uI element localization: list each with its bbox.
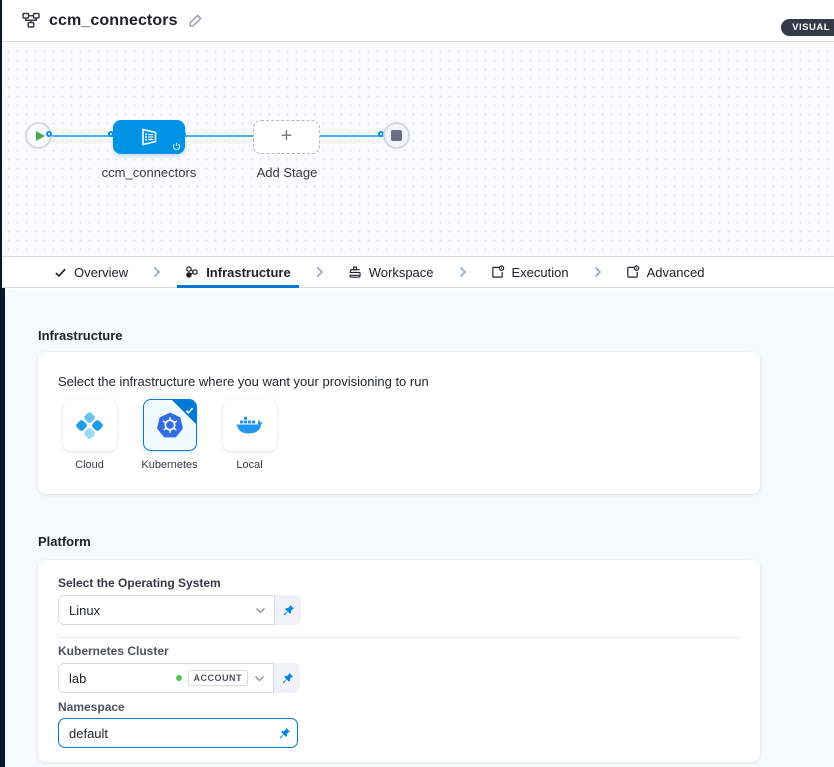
chevron-right-icon — [136, 257, 177, 287]
visual-yaml-toggle[interactable]: VISUAL — [781, 19, 834, 36]
chevron-right-icon — [442, 257, 483, 287]
tab-overview[interactable]: Overview — [46, 257, 136, 287]
add-stage-label: Add Stage — [247, 165, 327, 180]
pin-icon — [281, 672, 294, 685]
pipeline-edge — [51, 135, 385, 137]
platform-card: Select the Operating System Linux Kubern… — [38, 560, 760, 762]
namespace-field-label: Namespace — [58, 700, 125, 714]
tab-label: Overview — [74, 265, 128, 280]
connector-dot — [46, 131, 52, 137]
infrastructure-prompt: Select the infrastructure where you want… — [58, 374, 429, 389]
infrastructure-heading: Infrastructure — [38, 328, 123, 343]
cluster-value: lab — [69, 671, 176, 686]
namespace-input[interactable] — [61, 726, 278, 741]
stop-icon — [391, 130, 402, 141]
chevron-right-icon — [299, 257, 340, 287]
check-icon — [54, 266, 67, 279]
tab-infrastructure[interactable]: Infrastructure — [177, 257, 299, 287]
left-nav-edge — [0, 288, 5, 767]
stage-label: ccm_connectors — [83, 165, 215, 180]
pipeline-icon — [22, 12, 40, 29]
cluster-select[interactable]: lab ACCOUNT — [58, 663, 274, 693]
tab-label: Execution — [512, 265, 569, 280]
tab-execution[interactable]: Execution — [483, 257, 577, 287]
pipeline-header: ccm_connectors VISUAL — [0, 0, 834, 42]
execution-icon — [491, 265, 505, 279]
infrastructure-card: Select the infrastructure where you want… — [38, 352, 760, 494]
advanced-icon — [626, 265, 640, 279]
local-tile[interactable] — [223, 399, 277, 451]
infrastructure-icon — [185, 265, 199, 279]
option-local[interactable]: Local — [218, 399, 281, 471]
option-kubernetes[interactable]: Kubernetes — [138, 399, 201, 471]
os-value: Linux — [69, 603, 255, 618]
workspace-icon — [348, 265, 362, 279]
chevron-right-icon — [577, 257, 618, 287]
namespace-field — [58, 718, 298, 748]
chevron-down-icon — [254, 675, 265, 682]
tab-label: Advanced — [647, 265, 705, 280]
platform-heading: Platform — [38, 534, 91, 549]
infrastructure-tab-panel: Infrastructure Select the infrastructure… — [0, 289, 834, 767]
pipeline-canvas: ccm_connectors + Add Stage — [0, 43, 834, 256]
infrastructure-options: Cloud — [58, 399, 281, 471]
play-icon — [36, 131, 45, 141]
option-label: Cloud — [75, 459, 104, 471]
tab-workspace[interactable]: Workspace — [340, 257, 442, 287]
scope-badge: ACCOUNT — [188, 670, 249, 686]
tab-advanced[interactable]: Advanced — [618, 257, 713, 287]
option-cloud[interactable]: Cloud — [58, 399, 121, 471]
kubernetes-tile[interactable] — [143, 399, 197, 451]
os-field: Linux — [58, 595, 301, 625]
stage-node-ccm-connectors[interactable] — [113, 120, 185, 154]
plus-icon: + — [281, 126, 293, 146]
page-title: ccm_connectors — [49, 12, 178, 30]
chevron-down-icon — [255, 607, 266, 614]
option-label: Kubernetes — [141, 459, 197, 471]
tab-label: Infrastructure — [206, 265, 291, 280]
stage-tab-bar: Overview Infrastructure Workspace Execut… — [0, 256, 834, 288]
os-select[interactable]: Linux — [58, 595, 275, 625]
cloud-tile[interactable] — [63, 399, 117, 451]
section-divider — [58, 637, 740, 638]
selected-check-icon — [185, 402, 194, 420]
cluster-pin-button[interactable] — [274, 663, 300, 693]
docker-icon — [235, 414, 265, 436]
cloud-icon — [76, 412, 103, 439]
power-icon — [172, 142, 181, 151]
add-stage-button[interactable]: + — [253, 120, 320, 154]
pin-icon — [282, 604, 295, 617]
namespace-pin-button[interactable] — [278, 727, 291, 740]
pin-icon — [278, 727, 291, 740]
tab-label: Workspace — [369, 265, 434, 280]
os-field-label: Select the Operating System — [58, 576, 221, 590]
cluster-field-label: Kubernetes Cluster — [58, 644, 169, 658]
os-pin-button[interactable] — [275, 595, 301, 625]
infrastructure-stage-icon — [137, 125, 161, 149]
edit-pencil-icon[interactable] — [188, 13, 203, 28]
cluster-field: lab ACCOUNT — [58, 663, 300, 693]
option-label: Local — [236, 459, 262, 471]
namespace-input-wrap — [58, 718, 298, 748]
pipeline-end-node — [383, 122, 410, 149]
connected-status-dot — [176, 675, 182, 681]
left-nav-edge — [0, 0, 2, 288]
